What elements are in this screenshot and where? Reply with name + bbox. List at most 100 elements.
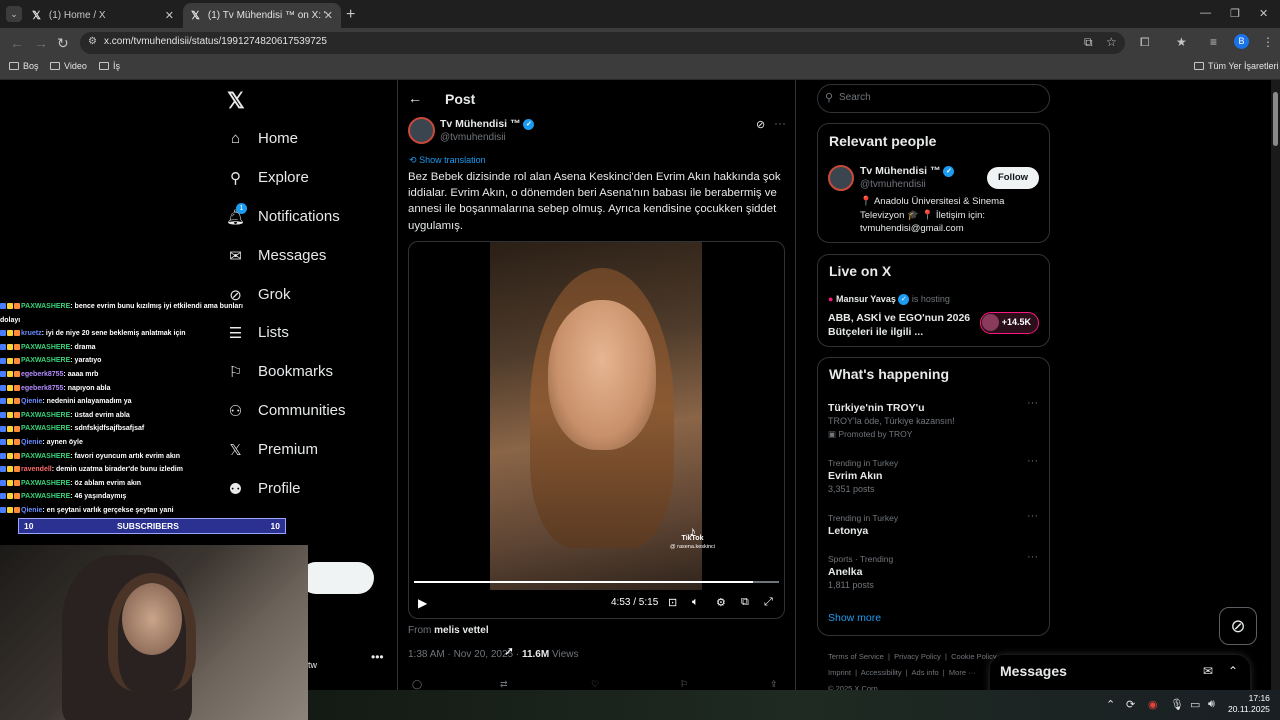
media-icon[interactable]: ≡ — [1210, 35, 1217, 49]
share-icon[interactable]: ⇪ — [770, 679, 778, 690]
bookmark-post-icon[interactable]: ⚐ — [680, 679, 688, 690]
close-window-button[interactable]: ✕ — [1259, 7, 1268, 20]
play-icon[interactable]: ▶ — [418, 596, 427, 610]
more-options-icon[interactable]: ··· — [774, 116, 786, 130]
settings-icon[interactable]: ⚙ — [716, 596, 726, 609]
extensions-icon[interactable]: ⧠ — [1140, 35, 1150, 50]
footer-link[interactable]: Cookie Policy — [951, 652, 996, 661]
chat-badge-icon — [14, 439, 20, 446]
trend-item[interactable]: Türkiye'nin TROY'u TROY'la öde, Türkiye … — [828, 397, 1038, 440]
taskbar-clock[interactable]: 17:16 20.11.2025 — [1228, 693, 1270, 715]
footer-link[interactable]: Terms of Service — [828, 652, 884, 661]
scrollbar-thumb[interactable] — [1273, 92, 1278, 146]
install-app-icon[interactable]: ⧉ — [1084, 35, 1093, 50]
restore-button[interactable]: ❐ — [1230, 7, 1240, 20]
chat-text: : bence evrim bunu kızılmış iyi etkilend… — [70, 303, 243, 310]
bookmark-folder-video[interactable]: Video — [50, 61, 87, 71]
nav-home[interactable]: ⌂ Home — [227, 130, 298, 147]
like-icon[interactable]: ♡ — [591, 679, 599, 690]
relevant-person-name[interactable]: Tv Mühendisi ™ ✓ — [860, 165, 955, 177]
tab-home[interactable]: 𝕏 (1) Home / X ✕ — [24, 3, 182, 28]
author-name[interactable]: Tv Mühendisi ™ ✓ — [440, 118, 535, 130]
trend-item[interactable]: Trending in Turkey Evrim Akın 3,351 post… — [828, 455, 1038, 494]
chat-badge-icon — [0, 479, 6, 486]
profile-avatar[interactable]: B — [1234, 34, 1249, 49]
grok-icon[interactable]: ⊘ — [756, 118, 765, 131]
chat-username: Qienie — [21, 506, 43, 514]
network-icon[interactable]: ▭ — [1190, 698, 1200, 711]
chat-badge-icon — [7, 452, 13, 459]
live-host[interactable]: ● Mansur Yavaş ✓ is hosting — [828, 294, 950, 306]
minimize-button[interactable]: — — [1200, 7, 1211, 19]
expand-drawer-icon[interactable]: ⌃ — [1228, 664, 1238, 678]
sync-icon[interactable]: ⟳ — [1126, 698, 1135, 711]
x-logo-icon[interactable]: 𝕏 — [227, 88, 245, 114]
post-button[interactable] — [300, 562, 374, 594]
repost-icon[interactable]: ⇄ — [500, 679, 508, 690]
microphone-icon[interactable]: 🎙︎ — [1170, 698, 1184, 711]
nav-explore[interactable]: ⚲ Explore — [227, 169, 309, 187]
footer-link[interactable]: Imprint — [828, 668, 851, 677]
trend-more-icon[interactable]: ··· — [1027, 551, 1038, 563]
forward-button[interactable]: → — [34, 35, 48, 51]
verified-badge-icon: ✓ — [943, 165, 955, 177]
picture-in-picture-icon[interactable]: ⧉ — [741, 596, 749, 609]
app-tray-icon[interactable]: ◉ — [1148, 698, 1158, 711]
show-translation-link[interactable]: ⟲ Show translation — [409, 155, 486, 166]
chat-message: Qienie: nedenini anlayamadım ya — [0, 395, 292, 409]
captions-icon[interactable]: ⊡ — [668, 596, 677, 609]
show-more-link[interactable]: Show more — [828, 612, 881, 624]
chat-message: egeberk8755: aaaa mrb — [0, 368, 292, 382]
chat-username: PAXWASHERE — [21, 425, 71, 433]
live-title[interactable]: ABB, ASKİ ve EGO'nun 2026 Bütçeleri ile … — [828, 311, 978, 339]
tab-post[interactable]: 𝕏 (1) Tv Mühendisi ™ on X: "Bez B ✕ — [183, 3, 341, 28]
grok-floating-button[interactable]: ⊘ — [1219, 607, 1257, 645]
favorites-icon[interactable]: ★ — [1176, 35, 1187, 49]
all-bookmarks[interactable]: Tüm Yer İşaretleri — [1194, 61, 1279, 71]
volume-tray-icon[interactable]: 🔊︎ — [1208, 698, 1215, 711]
trend-item[interactable]: Trending in Turkey Letonya ··· — [828, 510, 1038, 537]
account-more-icon[interactable]: ••• — [371, 650, 384, 664]
trend-more-icon[interactable]: ··· — [1027, 510, 1038, 522]
close-tab-icon[interactable]: ✕ — [324, 9, 333, 22]
tray-overflow-icon[interactable]: ⌃ — [1106, 698, 1115, 711]
bookmark-star-icon[interactable]: ☆ — [1106, 35, 1117, 49]
relevant-person-handle[interactable]: @tvmuhendisii — [860, 179, 926, 190]
nav-notifications[interactable]: 🔔︎ 1 Notifications — [226, 203, 340, 226]
volume-icon[interactable]: 🔈︎ — [692, 596, 699, 609]
reply-icon[interactable]: ◯ — [412, 679, 422, 690]
chat-username: PAXWASHERE — [21, 452, 71, 460]
footer-link[interactable]: Accessibility — [861, 668, 902, 677]
bookmark-folder-is[interactable]: İş — [99, 61, 120, 71]
author-avatar[interactable] — [408, 117, 435, 144]
footer-link[interactable]: Ads info — [912, 668, 939, 677]
trend-more-icon[interactable]: ··· — [1027, 397, 1038, 409]
relevant-person-avatar[interactable] — [828, 165, 854, 191]
url-text[interactable]: x.com/tvmuhendisii/status/19912748206175… — [104, 36, 327, 47]
close-tab-icon[interactable]: ✕ — [165, 9, 174, 22]
card-title: Live on X — [829, 263, 892, 279]
follow-button[interactable]: Follow — [987, 167, 1039, 189]
stream-chat-overlay: PAXWASHERE : bence evrim bunu kızılmış iy… — [0, 300, 292, 518]
page-scrollbar[interactable] — [1271, 80, 1280, 690]
bookmark-folder-bos[interactable]: Boş — [9, 61, 39, 71]
back-button[interactable]: ← — [10, 35, 24, 51]
trend-item[interactable]: Sports · Trending Anelka 1,811 posts ··· — [828, 551, 1038, 590]
trend-more-icon[interactable]: ··· — [1027, 455, 1038, 467]
source-user-link[interactable]: melis vettel — [434, 625, 488, 636]
menu-icon[interactable]: ⋮ — [1262, 35, 1274, 49]
chat-text: : öz ablam evrim akın — [70, 479, 142, 487]
tab-search-button[interactable]: ⌄ — [6, 6, 22, 22]
messages-drawer-title[interactable]: Messages — [1000, 663, 1067, 679]
new-tab-button[interactable]: + — [346, 6, 355, 24]
compose-message-icon[interactable]: ✉ — [1203, 664, 1213, 678]
post-text: Bez Bebek dizisinde rol alan Asena Keski… — [408, 171, 781, 232]
footer-link[interactable]: More ··· — [949, 668, 976, 677]
reload-button[interactable]: ↻ — [57, 35, 69, 52]
back-arrow-icon[interactable]: ← — [408, 90, 422, 106]
nav-messages[interactable]: ✉ Messages — [227, 247, 326, 265]
site-info-icon[interactable]: ⚙ — [88, 36, 97, 47]
author-handle[interactable]: @tvmuhendisii — [440, 132, 506, 143]
fullscreen-icon[interactable]: ⤢ — [764, 596, 773, 609]
footer-link[interactable]: Privacy Policy — [894, 652, 941, 661]
